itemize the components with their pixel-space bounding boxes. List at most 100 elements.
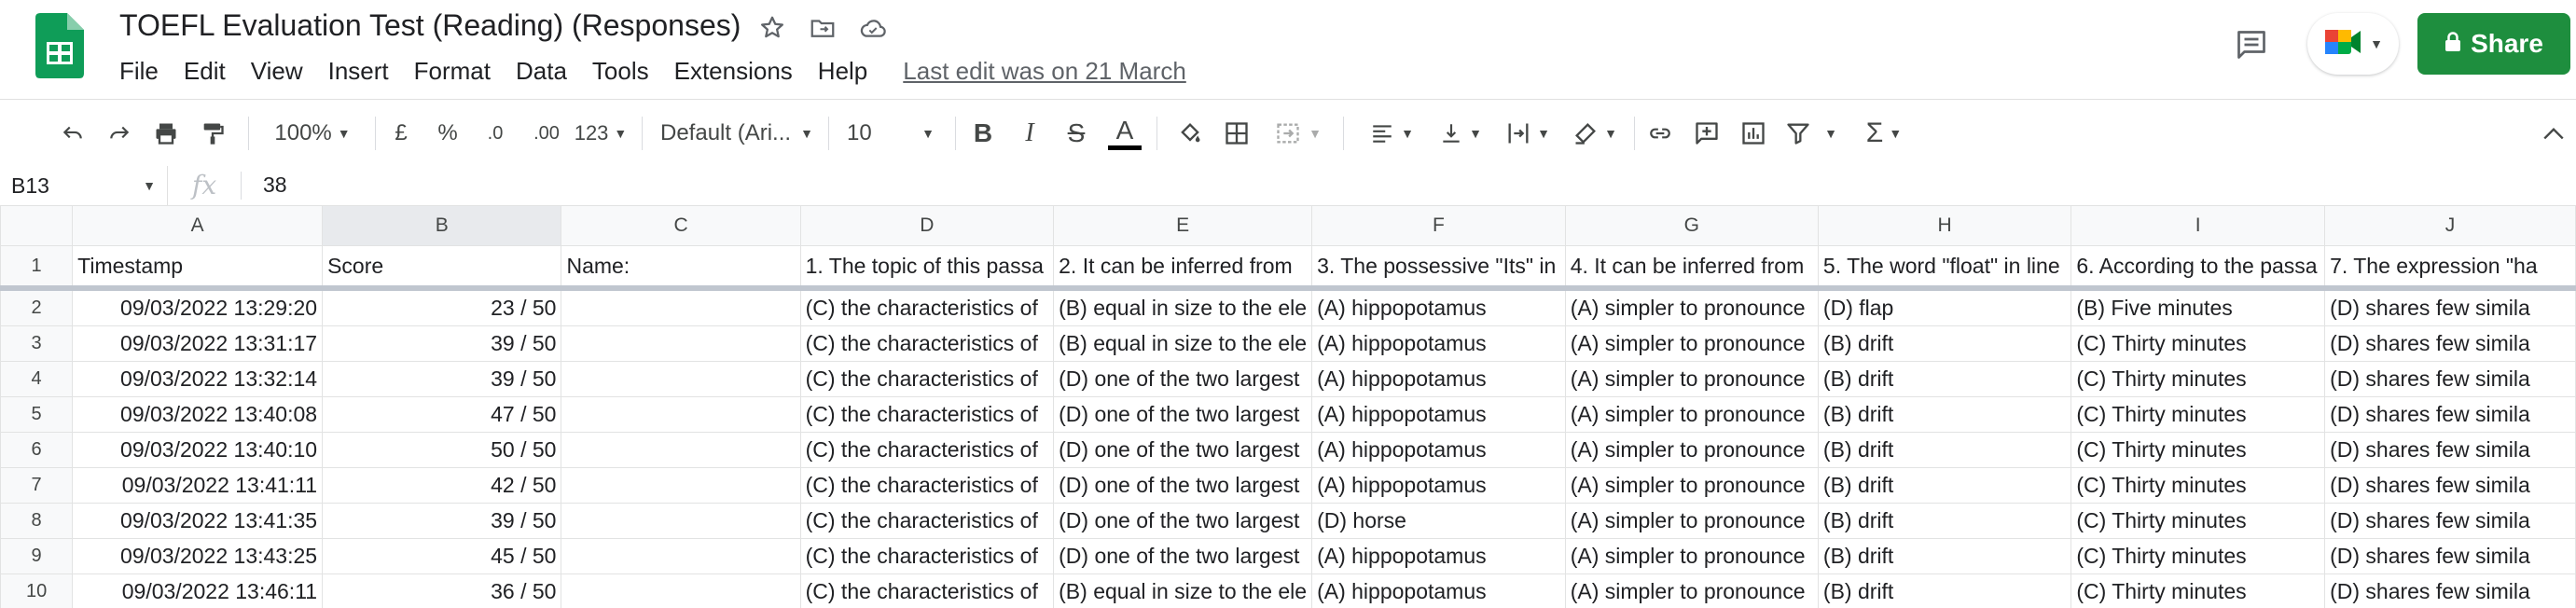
cell-q1[interactable]: (C) the characteristics of [799,538,1055,574]
cell-score[interactable]: 42 / 50 [322,467,562,504]
merge-cells-icon[interactable]: ▼ [1265,111,1330,156]
cell-q3[interactable]: (A) hippopotamus [1311,325,1566,362]
font-family-select[interactable]: Default (Ari... ▼ [653,111,821,156]
cell-q3[interactable]: (D) horse [1311,503,1566,539]
cell-q3[interactable]: (A) hippopotamus [1311,361,1566,397]
cell-q4[interactable]: (A) simpler to pronounce [1564,361,1819,397]
cell-name[interactable] [561,287,801,326]
menu-file[interactable]: File [119,57,159,86]
row-header[interactable]: 2 [0,287,74,326]
cell-q3[interactable]: (A) hippopotamus [1311,396,1566,433]
cell-q7[interactable]: (D) shares few simila [2324,287,2576,326]
cell-q7[interactable]: (D) shares few simila [2324,361,2576,397]
cell-q3[interactable]: (A) hippopotamus [1311,573,1566,608]
row-header[interactable]: 1 [0,245,74,291]
sheets-logo-icon[interactable] [35,13,84,78]
cell-q5[interactable]: (B) drift [1817,467,2072,504]
cell-name[interactable] [561,432,801,468]
cell-q4[interactable]: (A) simpler to pronounce [1564,287,1819,326]
cell-timestamp[interactable]: 09/03/2022 13:41:11 [72,467,324,504]
cell-header-name[interactable]: Name: [561,245,801,291]
cell-q1[interactable]: (C) the characteristics of [799,361,1055,397]
cell-q6[interactable]: (C) Thirty minutes [2070,432,2326,468]
cell-q3[interactable]: (A) hippopotamus [1311,538,1566,574]
cell-q6[interactable]: (B) Five minutes [2070,287,2326,326]
document-title[interactable]: TOEFL Evaluation Test (Reading) (Respons… [119,8,741,43]
cell-q4[interactable]: (A) simpler to pronounce [1564,573,1819,608]
cell-header-q6[interactable]: 6. According to the passa [2070,245,2326,291]
column-header-d[interactable]: D [799,205,1055,246]
cell-score[interactable]: 39 / 50 [322,503,562,539]
cell-q5[interactable]: (B) drift [1817,573,2072,608]
cell-q3[interactable]: (A) hippopotamus [1311,467,1566,504]
menu-insert[interactable]: Insert [328,57,389,86]
fill-color-icon[interactable] [1170,111,1211,156]
cell-q7[interactable]: (D) shares few simila [2324,325,2576,362]
cloud-status-icon[interactable] [854,9,892,47]
undo-icon[interactable] [52,111,93,156]
print-icon[interactable] [145,111,187,156]
cell-q2[interactable]: (D) one of the two largest [1053,361,1313,397]
horizontal-align-icon[interactable]: ▼ [1364,111,1420,156]
cell-name[interactable] [561,361,801,397]
menu-format[interactable]: Format [414,57,491,86]
row-header[interactable]: 3 [0,325,74,362]
cell-q7[interactable]: (D) shares few simila [2324,467,2576,504]
cell-q2[interactable]: (D) one of the two largest [1053,503,1313,539]
column-header-i[interactable]: I [2070,205,2326,246]
cell-q1[interactable]: (C) the characteristics of [799,503,1055,539]
cell-timestamp[interactable]: 09/03/2022 13:43:25 [72,538,324,574]
select-all-corner[interactable] [0,205,74,246]
cell-timestamp[interactable]: 09/03/2022 13:40:08 [72,396,324,433]
row-header[interactable]: 4 [0,361,74,397]
cell-q4[interactable]: (A) simpler to pronounce [1564,432,1819,468]
cell-q4[interactable]: (A) simpler to pronounce [1564,467,1819,504]
cell-q2[interactable]: (D) one of the two largest [1053,432,1313,468]
star-icon[interactable] [754,9,791,47]
cell-header-q4[interactable]: 4. It can be inferred from [1564,245,1819,291]
cell-name[interactable] [561,396,801,433]
menu-help[interactable]: Help [818,57,867,86]
cell-timestamp[interactable]: 09/03/2022 13:29:20 [72,287,324,326]
functions-icon[interactable]: Σ ▼ [1856,111,1912,156]
font-size-select[interactable]: 10 ▼ [839,111,942,156]
cell-q2[interactable]: (B) equal in size to the ele [1053,287,1313,326]
cell-score[interactable]: 39 / 50 [322,325,562,362]
meet-button[interactable]: ▼ [2307,13,2399,75]
cell-name[interactable] [561,467,801,504]
cell-q6[interactable]: (C) Thirty minutes [2070,573,2326,608]
cell-q6[interactable]: (C) Thirty minutes [2070,538,2326,574]
row-header[interactable]: 8 [0,503,74,539]
text-rotation-icon[interactable]: ▼ [1567,111,1623,156]
cell-q5[interactable]: (B) drift [1817,432,2072,468]
more-formats-button[interactable]: 123 ▼ [571,111,630,156]
cell-q7[interactable]: (D) shares few simila [2324,538,2576,574]
cell-score[interactable]: 36 / 50 [322,573,562,608]
cell-q4[interactable]: (A) simpler to pronounce [1564,325,1819,362]
cell-q4[interactable]: (A) simpler to pronounce [1564,396,1819,433]
borders-icon[interactable] [1216,111,1257,156]
menu-view[interactable]: View [251,57,303,86]
cell-q5[interactable]: (D) flap [1817,287,2072,326]
zoom-select[interactable]: 100% ▼ [263,111,362,156]
cell-name[interactable] [561,573,801,608]
cell-q2[interactable]: (D) one of the two largest [1053,538,1313,574]
menu-tools[interactable]: Tools [592,57,649,86]
cell-name[interactable] [561,503,801,539]
insert-chart-icon[interactable] [1733,111,1774,156]
cell-q6[interactable]: (C) Thirty minutes [2070,325,2326,362]
column-header-j[interactable]: J [2324,205,2576,246]
cell-q1[interactable]: (C) the characteristics of [799,432,1055,468]
cell-q1[interactable]: (C) the characteristics of [799,467,1055,504]
column-header-c[interactable]: C [561,205,801,246]
cell-timestamp[interactable]: 09/03/2022 13:31:17 [72,325,324,362]
row-header[interactable]: 7 [0,467,74,504]
column-header-f[interactable]: F [1311,205,1566,246]
cell-timestamp[interactable]: 09/03/2022 13:46:11 [72,573,324,608]
cell-header-score[interactable]: Score [322,245,562,291]
insert-comment-icon[interactable] [1686,111,1727,156]
insert-link-icon[interactable] [1640,111,1681,156]
cell-q2[interactable]: (D) one of the two largest [1053,396,1313,433]
move-folder-icon[interactable] [804,9,841,47]
cell-header-q1[interactable]: 1. The topic of this passa [799,245,1055,291]
